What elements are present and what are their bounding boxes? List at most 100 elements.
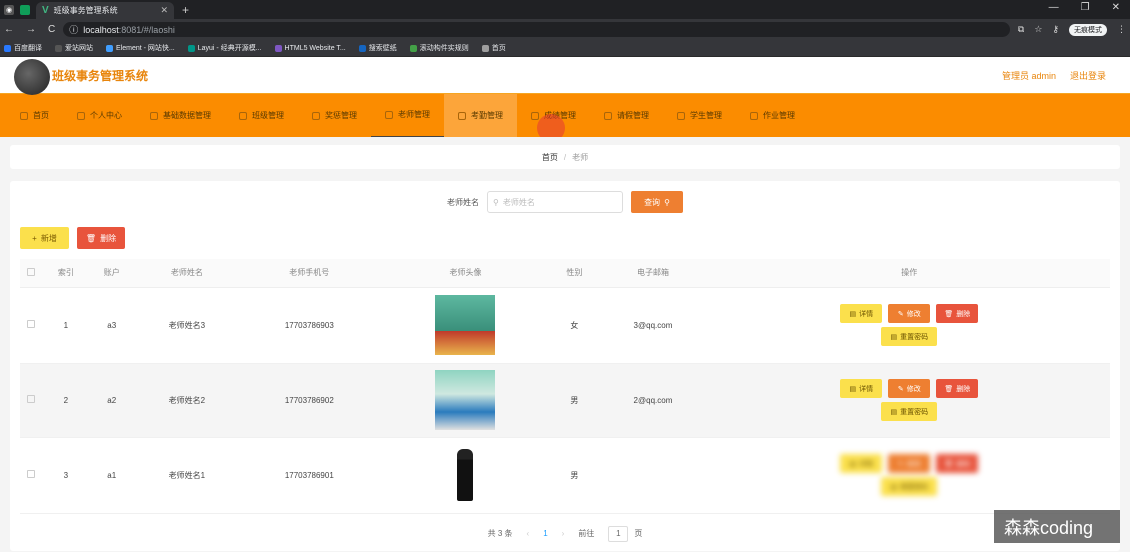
menu-item[interactable]: 老师管理 bbox=[371, 94, 444, 138]
bookmark-label: 滚动构件实规则 bbox=[419, 45, 469, 52]
select-all-checkbox[interactable] bbox=[27, 267, 36, 276]
main-content: 首页 / 老师 老师姓名 ⚲ 老师姓名 查询 ⚲ + 新增 🗑 删除 索引 账户 老师姓名… bbox=[0, 137, 1130, 552]
trash-icon: 🗑 bbox=[85, 233, 97, 243]
batch-delete-button[interactable]: 🗑 删除 bbox=[77, 227, 125, 249]
menu-item[interactable]: 班级管理 bbox=[225, 94, 298, 138]
cell-email: 2@qq.com bbox=[597, 363, 709, 438]
column-header: 电子邮箱 bbox=[597, 259, 709, 288]
detail-button[interactable]: ▤ 详情 bbox=[840, 379, 883, 398]
address-bar: ← → C ⓘ localhost:8081/#/laoshi ⧉ ☆ ⚷ 无痕… bbox=[0, 19, 1130, 40]
admin-label[interactable]: 管理员 admin bbox=[1002, 69, 1056, 82]
query-button[interactable]: 查询 ⚲ bbox=[631, 191, 683, 213]
pager-page-number[interactable]: 1 bbox=[543, 529, 547, 538]
row-checkbox[interactable] bbox=[27, 470, 36, 478]
pager-prev-button[interactable]: ‹ bbox=[527, 529, 530, 538]
detail-button[interactable]: ▤ 详情 bbox=[840, 304, 883, 323]
search-icon: ⚲ bbox=[493, 197, 499, 207]
delete-button[interactable]: 🗑 删除 bbox=[936, 304, 979, 323]
bookmark-star-icon[interactable]: ☆ bbox=[1034, 24, 1042, 35]
detail-button[interactable]: ▤ 详情 bbox=[840, 454, 883, 473]
bookmark-item[interactable]: 百度翻译 bbox=[4, 43, 42, 53]
close-tab-icon[interactable]: ✕ bbox=[160, 5, 168, 16]
edit-button[interactable]: ✎ 修改 bbox=[888, 379, 931, 398]
menu-item[interactable]: 基础数据管理 bbox=[136, 94, 225, 138]
bookmark-item[interactable]: 爱站网站 bbox=[55, 43, 93, 53]
bookmark-item[interactable]: 首页 bbox=[481, 43, 506, 53]
menu-item[interactable]: 学生管理 bbox=[663, 94, 736, 138]
row-actions: ▤ 详情 ✎ 修改 🗑 删除 ▤ 重置密码 bbox=[839, 304, 979, 346]
delete-button-label: 删除 bbox=[100, 233, 117, 243]
menu-item-icon bbox=[604, 111, 612, 120]
menu-item[interactable]: 个人中心 bbox=[63, 94, 136, 138]
doc-icon: ▤ bbox=[890, 333, 898, 341]
select-all-checkbox-cell bbox=[20, 259, 43, 288]
teacher-avatar-image bbox=[435, 370, 496, 430]
edit-button[interactable]: ✎ 修改 bbox=[888, 454, 931, 473]
delete-button[interactable]: 🗑 删除 bbox=[936, 379, 979, 398]
reset-password-button[interactable]: ▤ 重置密码 bbox=[881, 327, 938, 346]
menu-item-label: 班级管理 bbox=[252, 111, 284, 120]
new-tab-button[interactable]: + bbox=[182, 3, 189, 17]
cell-gender: 男 bbox=[551, 437, 598, 514]
doc-icon: ▤ bbox=[890, 483, 898, 491]
bookmark-favicon-icon bbox=[358, 44, 366, 52]
row-checkbox[interactable] bbox=[27, 395, 36, 403]
table-header-row: 索引 账户 老师姓名 老师手机号 老师头像 性别 电子邮箱 操作 bbox=[20, 259, 1110, 288]
delete-button[interactable]: 🗑 删除 bbox=[936, 454, 979, 473]
teacher-name-search-input[interactable]: ⚲ 老师姓名 bbox=[487, 191, 623, 213]
url-input[interactable]: ⓘ localhost:8081/#/laoshi bbox=[63, 22, 1010, 37]
bookmark-favicon-icon bbox=[481, 44, 489, 52]
close-window-icon[interactable]: ✕ bbox=[1112, 2, 1120, 13]
pagination: 共 3 条 ‹ 1 › 前往 1 页 bbox=[20, 525, 1110, 542]
checkbox-cell bbox=[20, 437, 43, 514]
menu-item[interactable]: 考勤管理 bbox=[444, 93, 517, 138]
menu-item-icon bbox=[677, 111, 685, 120]
bookmark-item[interactable]: Element - 网站快... bbox=[106, 43, 175, 53]
browser-tab[interactable]: V 班级事务管理系统 ✕ bbox=[36, 2, 174, 19]
add-button[interactable]: + 新增 bbox=[20, 227, 69, 249]
row-actions: ▤ 详情 ✎ 修改 🗑 删除 ▤ 重置密码 bbox=[839, 379, 979, 421]
incognito-badge[interactable]: 无痕模式 bbox=[1069, 23, 1107, 36]
row-checkbox[interactable] bbox=[27, 320, 36, 328]
key-icon[interactable]: ⚷ bbox=[1052, 24, 1059, 35]
cell-gender: 男 bbox=[551, 363, 598, 438]
menu-item[interactable]: 请假管理 bbox=[590, 94, 663, 138]
menu-item-label: 请假管理 bbox=[617, 111, 649, 120]
reset-password-button-label: 重置密码 bbox=[900, 333, 929, 341]
menu-item-icon bbox=[239, 111, 247, 120]
info-icon: ⓘ bbox=[69, 25, 79, 35]
cell-email: 3@qq.com bbox=[597, 287, 709, 364]
menu-item[interactable]: 作业管理 bbox=[736, 94, 809, 138]
menu-item-label: 首页 bbox=[33, 111, 49, 120]
bookmark-item[interactable]: 滚动构件实规则 bbox=[409, 43, 469, 53]
logout-link[interactable]: 退出登录 bbox=[1070, 69, 1106, 82]
cell-operations: ▤ 详情 ✎ 修改 🗑 删除 ▤ 重置密码 bbox=[708, 363, 1110, 438]
minimize-icon[interactable]: — bbox=[1049, 2, 1059, 13]
bookmark-label: 搜索壁纸 bbox=[368, 45, 397, 52]
pager-goto-input[interactable]: 1 bbox=[608, 525, 629, 542]
query-button-label: 查询 bbox=[644, 197, 661, 207]
menu-item-label: 考勤管理 bbox=[471, 111, 503, 120]
bookmark-item[interactable]: 搜索壁纸 bbox=[358, 43, 397, 53]
reset-password-button[interactable]: ▤ 重置密码 bbox=[881, 402, 938, 421]
breadcrumb-home[interactable]: 首页 bbox=[542, 152, 558, 163]
detail-button-label: 详情 bbox=[859, 310, 874, 318]
menu-item[interactable]: 首页 bbox=[6, 94, 63, 138]
more-icon[interactable]: ⋮ bbox=[1117, 24, 1126, 35]
pager-next-button[interactable]: › bbox=[562, 529, 565, 538]
green-app-icon[interactable] bbox=[20, 4, 30, 15]
bookmark-item[interactable]: Layui - 经典开源模... bbox=[187, 43, 262, 53]
bookmark-item[interactable]: HTML5 Website T... bbox=[274, 44, 346, 52]
browser-menu-icon[interactable]: ◉ bbox=[4, 4, 14, 15]
back-icon[interactable]: ← bbox=[4, 24, 14, 35]
reload-icon[interactable]: C bbox=[48, 24, 55, 35]
action-bar: + 新增 🗑 删除 bbox=[20, 227, 1110, 249]
forward-icon[interactable]: → bbox=[26, 24, 36, 35]
menu-item[interactable]: 奖惩管理 bbox=[298, 94, 371, 138]
reset-password-button[interactable]: ▤ 重置密码 bbox=[881, 477, 938, 496]
pencil-icon: ✎ bbox=[897, 460, 904, 468]
edit-button[interactable]: ✎ 修改 bbox=[888, 304, 931, 323]
cell-account: a2 bbox=[88, 363, 135, 438]
restore-icon[interactable]: ❐ bbox=[1081, 2, 1090, 13]
translate-icon[interactable]: ⧉ bbox=[1018, 24, 1024, 35]
